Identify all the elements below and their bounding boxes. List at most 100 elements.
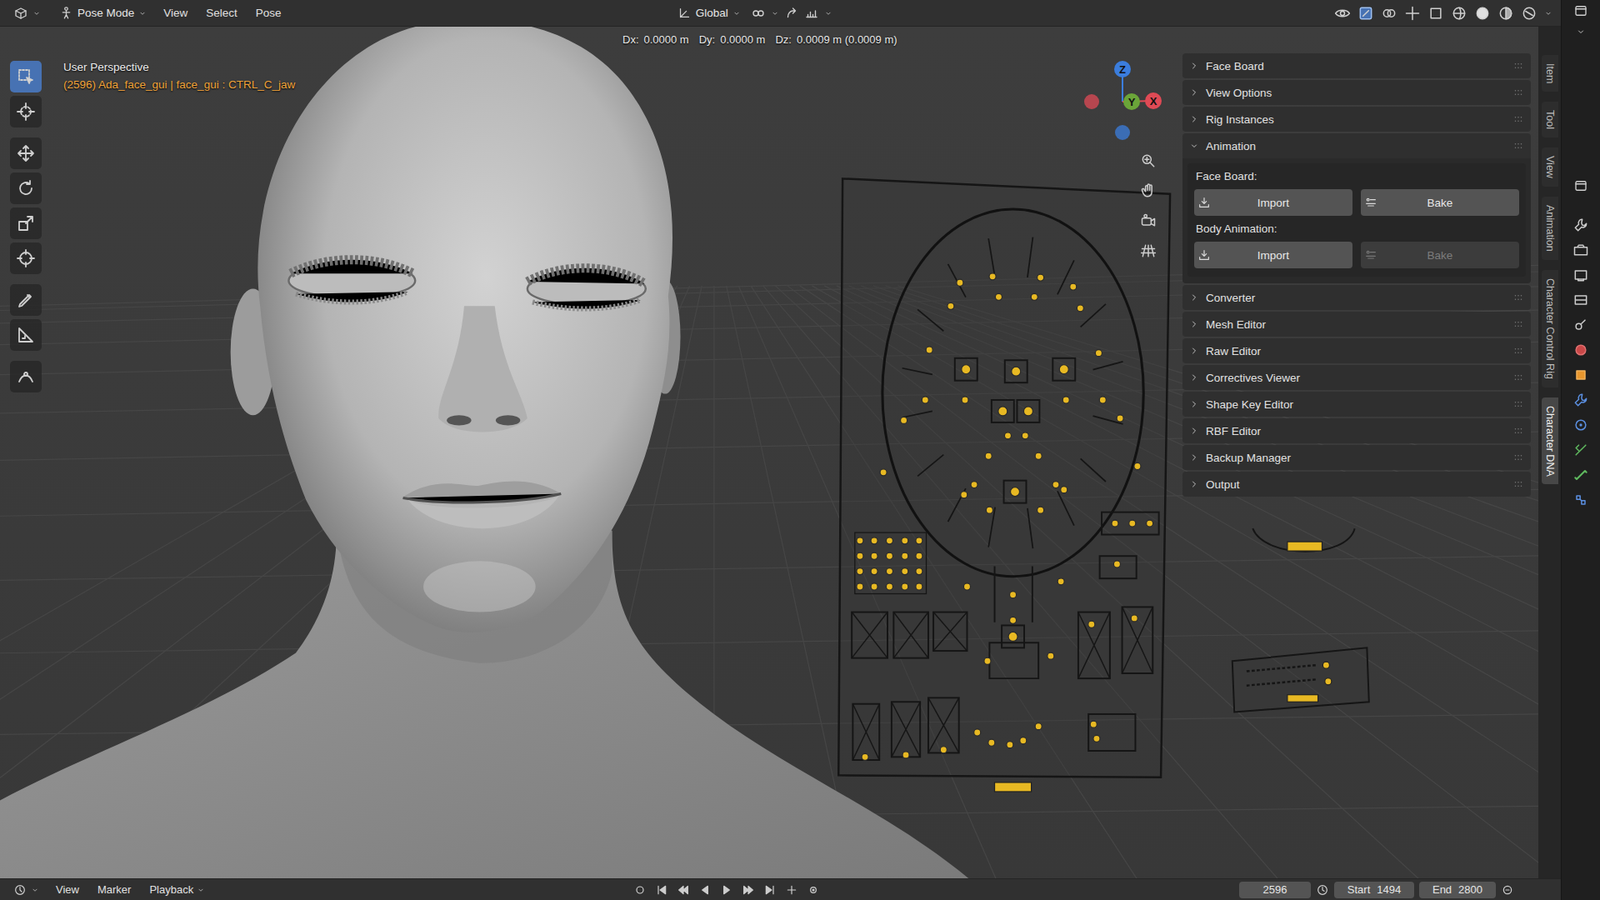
tool-button[interactable]	[10, 207, 42, 240]
snap-target-icon[interactable]	[804, 5, 820, 21]
bake-button[interactable]: Bake	[1360, 189, 1520, 216]
view-icon[interactable]	[1500, 883, 1515, 897]
tool-button[interactable]	[10, 95, 42, 128]
mode-dropdown[interactable]: Pose Mode	[54, 3, 152, 23]
menu-item[interactable]: Pose	[249, 4, 289, 22]
wireframe-icon[interactable]	[1450, 5, 1468, 22]
drag-handle-icon[interactable]	[1512, 345, 1525, 357]
drag-handle-icon[interactable]	[1512, 478, 1525, 490]
bake-button[interactable]: Bake	[1360, 241, 1520, 269]
chevron-icon[interactable]	[770, 9, 780, 18]
tool-button[interactable]	[10, 137, 42, 170]
tool-icon[interactable]	[1572, 216, 1590, 234]
menu-item[interactable]: Marker	[90, 880, 138, 899]
drag-handle-icon[interactable]	[1512, 291, 1525, 304]
bone-constraint-icon[interactable]	[1572, 491, 1590, 509]
preview-range-icon[interactable]	[1315, 883, 1330, 897]
visibility-icon[interactable]	[1334, 5, 1351, 22]
material-icon[interactable]	[1497, 5, 1515, 22]
object-icon[interactable]	[1572, 366, 1590, 384]
import-button[interactable]: Import	[1194, 189, 1353, 216]
snap-icon[interactable]	[784, 5, 800, 21]
tool-button[interactable]	[10, 242, 42, 275]
previous-key-icon[interactable]	[676, 883, 690, 897]
next-key-icon[interactable]	[741, 883, 755, 897]
jump-start-icon[interactable]	[655, 883, 669, 897]
bone-icon[interactable]	[1572, 466, 1590, 484]
world-icon[interactable]	[1572, 341, 1590, 359]
drag-handle-icon[interactable]	[1512, 86, 1525, 99]
gizmo[interactable]: ZYX	[1083, 60, 1167, 150]
section-header[interactable]: Shape Key Editor	[1182, 391, 1531, 417]
editor-type-icon[interactable]	[1573, 178, 1589, 194]
output-icon[interactable]	[1572, 266, 1590, 284]
menu-item[interactable]: Select	[199, 4, 245, 22]
start-frame-field[interactable]: Start1494	[1334, 881, 1415, 899]
chevron-icon[interactable]	[824, 9, 833, 18]
menu-item[interactable]: Playback	[142, 880, 212, 899]
3d-viewport[interactable]: User Perspective(2596) Ada_face_gui | fa…	[0, 26, 1539, 879]
menu-item[interactable]: View	[49, 880, 86, 899]
section-header[interactable]: View Options	[1182, 80, 1531, 105]
scene-icon[interactable]	[1572, 316, 1590, 334]
drag-handle-icon[interactable]	[1512, 451, 1525, 464]
drag-handle-icon[interactable]	[1512, 398, 1525, 410]
render-icon[interactable]	[1572, 241, 1590, 259]
view-layer-icon[interactable]	[1572, 291, 1590, 309]
editor-type-dropdown[interactable]	[8, 3, 46, 24]
nav-button[interactable]	[1135, 178, 1161, 204]
physics-icon[interactable]	[1572, 416, 1590, 434]
section-header[interactable]: Raw Editor	[1182, 338, 1531, 364]
record-icon[interactable]	[633, 883, 647, 897]
play-icon[interactable]	[720, 883, 734, 897]
face-mesh[interactable]	[0, 26, 980, 879]
sidebar-tab[interactable]: Tool	[1541, 101, 1559, 138]
import-button[interactable]: Import	[1194, 241, 1353, 269]
play-reverse-icon[interactable]	[698, 883, 712, 897]
current-frame-field[interactable]: 2596	[1239, 881, 1311, 899]
menu-item[interactable]: View	[156, 4, 195, 22]
section-header[interactable]: Rig Instances	[1182, 106, 1531, 132]
editor-type-dropdown[interactable]	[8, 880, 45, 900]
navigation-gizmo[interactable]: ZYX	[1083, 60, 1167, 148]
tool-button[interactable]	[10, 360, 42, 393]
armature-data-icon[interactable]	[1572, 441, 1590, 459]
nav-button[interactable]	[1135, 238, 1161, 264]
xray-icon[interactable]	[1404, 5, 1421, 22]
section-header[interactable]: Animation	[1182, 133, 1531, 159]
section-header[interactable]: Converter	[1182, 285, 1531, 310]
drag-handle-icon[interactable]	[1512, 60, 1525, 72]
gizmo-toggle-icon[interactable]	[1357, 5, 1375, 22]
section-header[interactable]: Face Board	[1182, 53, 1531, 79]
tool-button[interactable]	[10, 60, 42, 93]
sidebar-tab[interactable]: Character Control Rig	[1541, 270, 1559, 388]
section-header[interactable]: RBF Editor	[1182, 418, 1531, 444]
end-frame-field[interactable]: End2800	[1419, 881, 1496, 899]
sidebar-tab[interactable]: Item	[1541, 55, 1559, 92]
sidebar-tab[interactable]: Animation	[1541, 196, 1559, 260]
drag-handle-icon[interactable]	[1512, 425, 1525, 437]
tool-button[interactable]	[10, 284, 42, 316]
rendered-icon[interactable]	[1520, 5, 1538, 22]
pivot-icon[interactable]	[750, 5, 766, 21]
chevron-icon[interactable]	[1544, 9, 1553, 18]
nav-button[interactable]	[1135, 208, 1161, 234]
toggle-xray-icon[interactable]	[1427, 5, 1445, 22]
overlay-icon[interactable]	[1380, 5, 1398, 22]
modifier-icon[interactable]	[1572, 391, 1590, 409]
tool-button[interactable]	[10, 172, 42, 205]
drag-handle-icon[interactable]	[1512, 318, 1525, 330]
tool-button[interactable]	[10, 319, 42, 351]
jump-end-icon[interactable]	[763, 883, 777, 897]
sidebar-tab[interactable]: Character DNA	[1541, 397, 1559, 485]
chevron-icon[interactable]	[1575, 26, 1586, 37]
drag-handle-icon[interactable]	[1512, 140, 1525, 152]
section-header[interactable]: Mesh Editor	[1182, 311, 1531, 337]
drag-handle-icon[interactable]	[1512, 113, 1525, 125]
drag-handle-icon[interactable]	[1512, 371, 1525, 384]
nav-button[interactable]	[1135, 148, 1161, 174]
section-header[interactable]: Output	[1182, 471, 1531, 497]
editor-type-icon[interactable]	[1573, 3, 1589, 19]
section-header[interactable]: Backup Manager	[1182, 445, 1531, 470]
auto-key-icon[interactable]	[806, 883, 820, 897]
